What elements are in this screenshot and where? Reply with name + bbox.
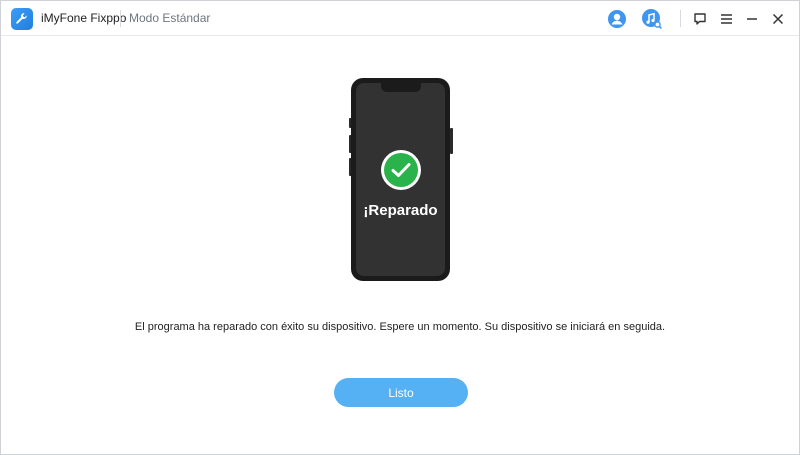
menu-icon[interactable] — [715, 8, 737, 30]
phone-side-button — [450, 128, 453, 154]
toolbar-divider — [680, 10, 681, 27]
title-bar: iMyFone Fixppo Modo Estándar — [1, 1, 799, 36]
user-icon[interactable] — [606, 8, 628, 30]
success-check-icon — [381, 150, 421, 190]
phone-screen: ¡Reparado — [356, 83, 445, 276]
close-icon[interactable] — [767, 8, 789, 30]
status-message: El programa ha reparado con éxito su dis… — [134, 321, 666, 333]
feedback-icon[interactable] — [689, 8, 711, 30]
mode-label: Modo Estándar — [129, 11, 211, 25]
wrench-icon — [16, 13, 27, 24]
music-search-icon[interactable] — [641, 8, 663, 30]
title-divider — [120, 10, 121, 27]
app-logo — [11, 8, 33, 30]
app-name: iMyFone Fixppo — [41, 11, 127, 25]
phone-notch — [381, 83, 421, 92]
phone-illustration: ¡Reparado — [346, 73, 456, 285]
done-button[interactable]: Listo — [334, 378, 468, 407]
phone-body: ¡Reparado — [351, 78, 450, 281]
repaired-label: ¡Reparado — [363, 202, 438, 219]
minimize-icon[interactable] — [741, 8, 763, 30]
